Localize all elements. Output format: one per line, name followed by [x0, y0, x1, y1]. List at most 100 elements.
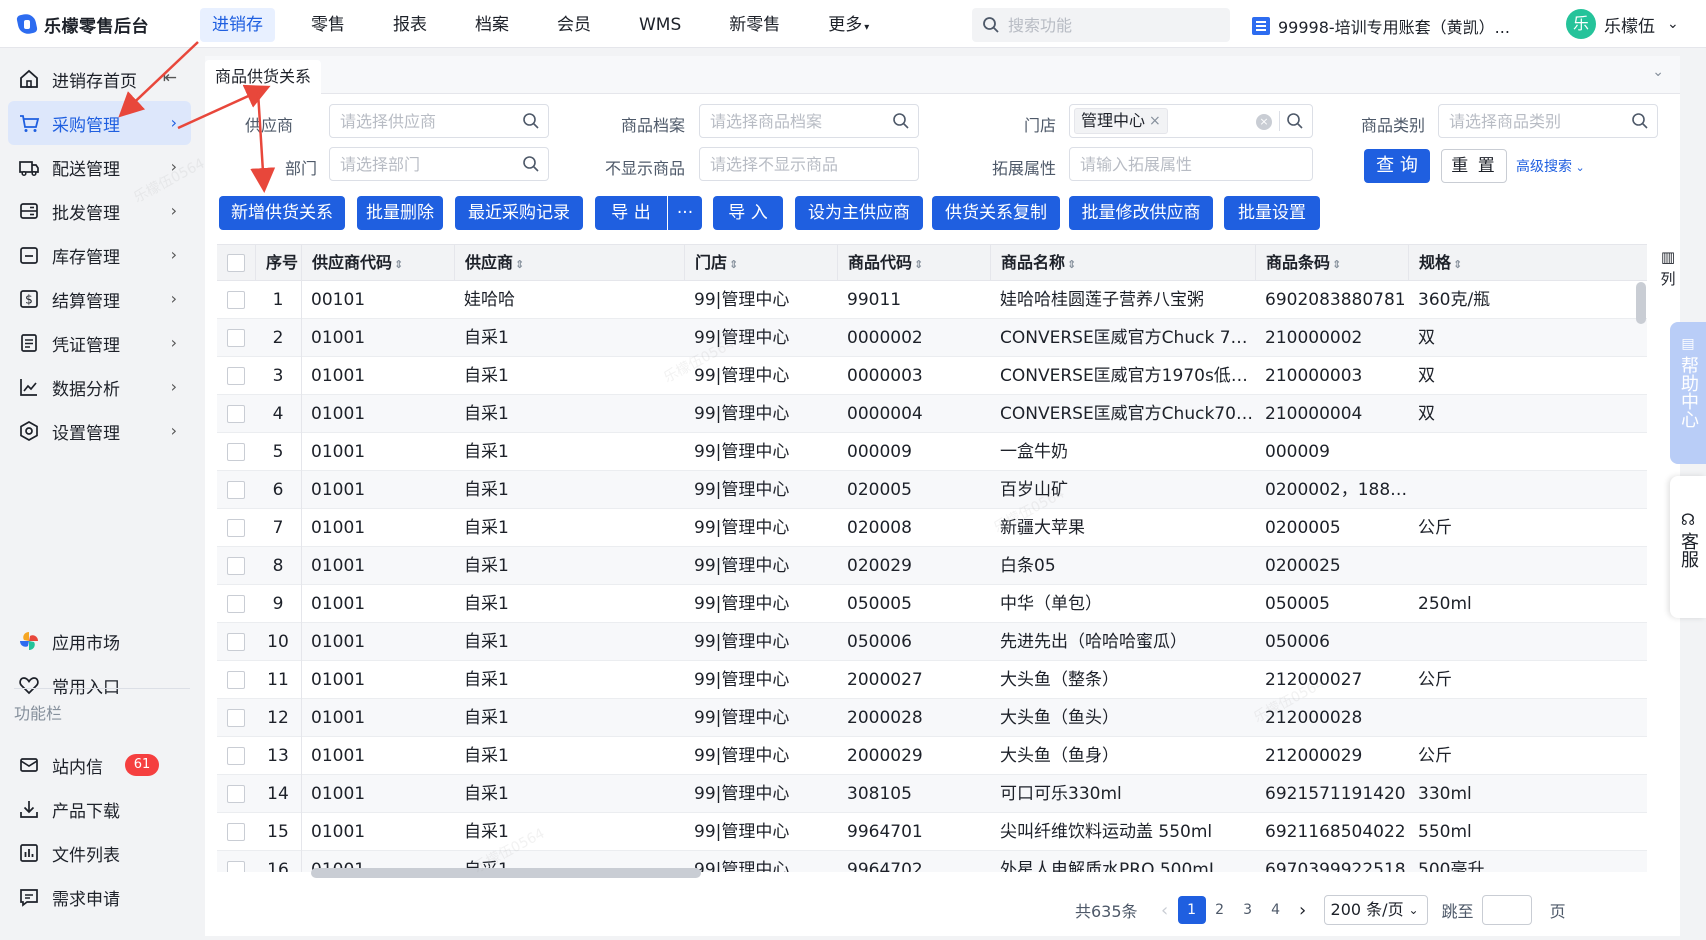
- column-header[interactable]: 供应商代码 ⇕: [301, 245, 454, 281]
- sort-icon[interactable]: ⇕: [914, 258, 923, 271]
- add-supply-relation-button[interactable]: 新增供货关系: [219, 196, 345, 230]
- sidebar-item-messages[interactable]: 站内信 61: [8, 743, 191, 787]
- table-row[interactable]: 9 01001 自采1 99|管理中心 050005 中华（单包） 050005 250ml: [217, 585, 1647, 623]
- sidebar-item-requests[interactable]: 需求申请: [8, 875, 191, 919]
- row-checkbox[interactable]: [227, 785, 245, 803]
- horizontal-scrollbar[interactable]: [311, 868, 701, 878]
- nav-inventory[interactable]: 进销存: [200, 8, 275, 42]
- column-header[interactable]: 商品条码 ⇕: [1255, 245, 1408, 281]
- table-row[interactable]: 8 01001 自采1 99|管理中心 020029 白条05 0200025: [217, 547, 1647, 585]
- product-select[interactable]: [699, 104, 919, 138]
- supplier-select[interactable]: [329, 104, 549, 138]
- table-row[interactable]: 13 01001 自采1 99|管理中心 2000029 大头鱼（鱼身） 212000029…: [217, 737, 1647, 775]
- table-row[interactable]: 14 01001 自采1 99|管理中心 308105 可口可乐330ml 69215711…: [217, 775, 1647, 813]
- sidebar-item-files[interactable]: 文件列表: [8, 831, 191, 875]
- sidebar-item-distribution[interactable]: 配送管理 ›: [8, 145, 191, 189]
- vertical-scrollbar[interactable]: [1636, 282, 1646, 324]
- export-more-button[interactable]: ···: [668, 196, 702, 230]
- app-logo[interactable]: 乐檬零售后台: [16, 12, 149, 37]
- table-row[interactable]: 5 01001 自采1 99|管理中心 000009 一盒牛奶 000009: [217, 433, 1647, 471]
- row-checkbox[interactable]: [227, 443, 245, 461]
- copy-relation-button[interactable]: 供货关系复制: [932, 196, 1060, 230]
- hidden-products-select[interactable]: [699, 147, 919, 181]
- table-row[interactable]: 2 01001 自采1 99|管理中心 0000002 CONVERSE匡威官方Chuck…: [217, 319, 1647, 357]
- row-checkbox[interactable]: [227, 861, 245, 872]
- row-checkbox[interactable]: [227, 405, 245, 423]
- row-checkbox[interactable]: [227, 709, 245, 727]
- collapse-sidebar-icon[interactable]: ⇤: [163, 68, 177, 88]
- product-input[interactable]: [710, 111, 908, 131]
- column-header[interactable]: 供应商 ⇕: [454, 245, 684, 281]
- column-header[interactable]: 门店 ⇕: [684, 245, 837, 281]
- page-number[interactable]: 2: [1206, 896, 1234, 924]
- close-icon[interactable]: ×: [1149, 109, 1161, 133]
- page-number[interactable]: 4: [1262, 896, 1290, 924]
- sidebar-item-settings[interactable]: 设置管理 ›: [8, 409, 191, 453]
- select-all-checkbox[interactable]: [227, 254, 245, 272]
- store-select[interactable]: 管理中心 × ×: [1069, 104, 1313, 138]
- row-checkbox[interactable]: [227, 595, 245, 613]
- dept-select[interactable]: [329, 147, 549, 181]
- sidebar-item-home[interactable]: 进销存首页 ⇤: [8, 57, 191, 101]
- nav-archives[interactable]: 档案: [463, 8, 521, 42]
- user-menu[interactable]: 乐 乐檬伍 ⌄: [1566, 9, 1679, 39]
- row-checkbox[interactable]: [227, 633, 245, 651]
- global-search-input[interactable]: [1008, 15, 1208, 35]
- row-checkbox[interactable]: [227, 367, 245, 385]
- nav-wms[interactable]: WMS: [627, 8, 693, 42]
- ext-attr-input[interactable]: [1080, 154, 1302, 174]
- customer-service-button[interactable]: ☊ 客服: [1670, 476, 1706, 618]
- sidebar-item-analytics[interactable]: 数据分析 ›: [8, 365, 191, 409]
- nav-new-retail[interactable]: 新零售: [717, 8, 792, 42]
- sort-icon[interactable]: ⇕: [1067, 258, 1076, 271]
- query-button[interactable]: 查 询: [1364, 149, 1430, 183]
- sidebar-item-wholesale[interactable]: 批发管理 ›: [8, 189, 191, 233]
- column-header[interactable]: 规格 ⇕: [1408, 245, 1647, 281]
- row-checkbox[interactable]: [227, 329, 245, 347]
- sort-icon[interactable]: ⇕: [729, 258, 738, 271]
- table-row[interactable]: 12 01001 自采1 99|管理中心 2000028 大头鱼（鱼头） 212000028: [217, 699, 1647, 737]
- table-row[interactable]: 3 01001 自采1 99|管理中心 0000003 CONVERSE匡威官方1970s…: [217, 357, 1647, 395]
- ext-attr-field[interactable]: [1069, 147, 1313, 181]
- page-size-select[interactable]: 200 条/页 ⌄: [1323, 895, 1428, 925]
- table-row[interactable]: 4 01001 自采1 99|管理中心 0000004 CONVERSE匡威官方Chuck…: [217, 395, 1647, 433]
- column-header[interactable]: 商品代码 ⇕: [837, 245, 990, 281]
- sidebar-item-purchase[interactable]: 采购管理 ›: [8, 101, 191, 145]
- supplier-input[interactable]: [340, 111, 538, 131]
- nav-members[interactable]: 会员: [545, 8, 603, 42]
- account-switcher[interactable]: 99998-培训专用账套（黄凯）...: [1252, 14, 1510, 38]
- sort-icon[interactable]: ⇕: [394, 258, 403, 271]
- sidebar-item-settlement[interactable]: $ 结算管理 ›: [8, 277, 191, 321]
- prev-page-icon[interactable]: ‹: [1152, 900, 1178, 921]
- clear-icon[interactable]: ×: [1256, 114, 1272, 130]
- page-number[interactable]: 3: [1234, 896, 1262, 924]
- table-row[interactable]: 10 01001 自采1 99|管理中心 050006 先进先出（哈哈哈蜜瓜） 050006: [217, 623, 1647, 661]
- column-header[interactable]: 序号: [255, 245, 301, 281]
- reset-button[interactable]: 重 置: [1441, 149, 1507, 183]
- sidebar-item-downloads[interactable]: 产品下载: [8, 787, 191, 831]
- row-checkbox[interactable]: [227, 291, 245, 309]
- column-settings[interactable]: ▥ 列: [1657, 246, 1679, 290]
- table-row[interactable]: 15 01001 自采1 99|管理中心 9964701 尖叫纤维饮料运动盖 550ml 6…: [217, 813, 1647, 851]
- batch-settings-button[interactable]: 批量设置: [1224, 196, 1320, 230]
- hidden-products-input[interactable]: [710, 154, 908, 174]
- export-button[interactable]: 导 出: [595, 196, 667, 230]
- sidebar-item-stock[interactable]: 库存管理 ›: [8, 233, 191, 277]
- dept-input[interactable]: [340, 154, 538, 174]
- nav-reports[interactable]: 报表: [381, 8, 439, 42]
- jump-page-input[interactable]: [1481, 895, 1532, 925]
- nav-more[interactable]: 更多 ▾: [816, 8, 881, 42]
- row-checkbox[interactable]: [227, 823, 245, 841]
- table-row[interactable]: 7 01001 自采1 99|管理中心 020008 新疆大苹果 0200005 公斤: [217, 509, 1647, 547]
- row-checkbox[interactable]: [227, 557, 245, 575]
- sort-icon[interactable]: ⇕: [515, 258, 524, 271]
- table-row[interactable]: 1 00101 娃哈哈 99|管理中心 99011 娃哈哈桂圆莲子营养八宝粥 6902083…: [217, 281, 1647, 319]
- help-center-button[interactable]: ▤ 帮助中心: [1670, 322, 1706, 464]
- sort-icon[interactable]: ⇕: [1453, 258, 1462, 271]
- sidebar-item-voucher[interactable]: 凭证管理 ›: [8, 321, 191, 365]
- row-checkbox[interactable]: [227, 519, 245, 537]
- page-number[interactable]: 1: [1177, 896, 1206, 924]
- column-header[interactable]: 商品名称 ⇕: [990, 245, 1255, 281]
- batch-delete-button[interactable]: 批量删除: [357, 196, 443, 230]
- global-search[interactable]: [972, 8, 1230, 42]
